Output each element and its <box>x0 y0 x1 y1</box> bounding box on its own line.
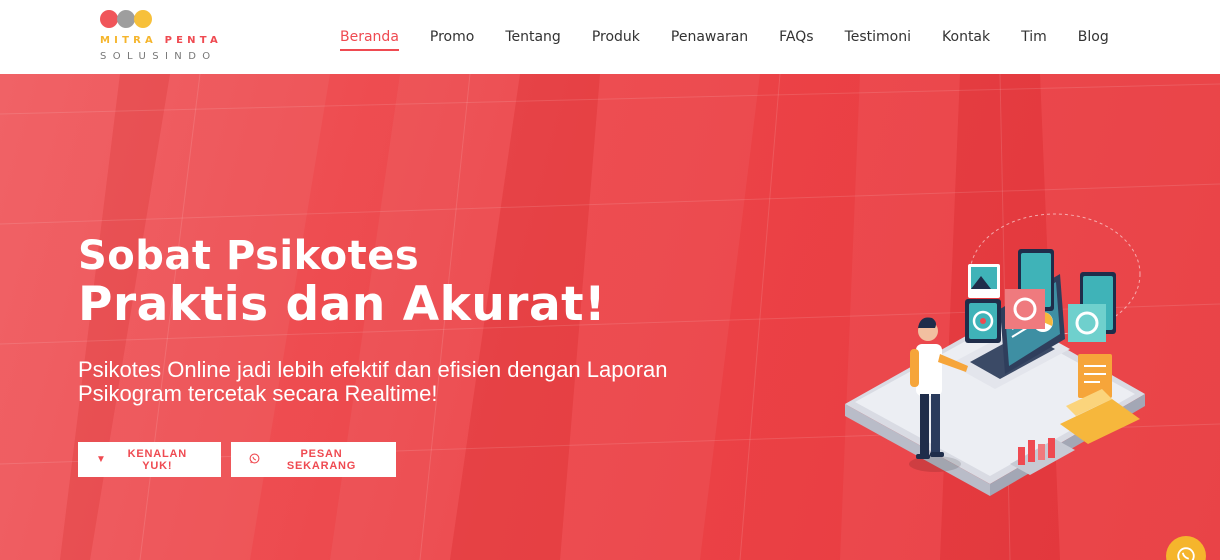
hero-illustration <box>845 213 1145 496</box>
nav-item-promo[interactable]: Promo <box>430 23 474 51</box>
hero-title-line2: Praktis dan Akurat! <box>78 276 607 332</box>
logo-dot-gray <box>117 10 135 28</box>
whatsapp-icon <box>1177 547 1195 560</box>
pesan-sekarang-label: PESAN SEKARANG <box>286 447 357 472</box>
hero-title: Sobat Psikotes Praktis dan Akurat! <box>78 234 606 331</box>
nav-item-tim[interactable]: Tim <box>1021 23 1047 51</box>
nav-item-faqs[interactable]: FAQs <box>779 23 813 51</box>
nav-item-tentang[interactable]: Tentang <box>505 23 561 51</box>
hero-section: Sobat Psikotes Praktis dan Akurat! Psiko… <box>0 74 1220 560</box>
kenalan-button[interactable]: ▼ KENALAN YUK! <box>78 442 221 477</box>
nav-item-beranda[interactable]: Beranda <box>340 23 399 51</box>
nav-item-produk[interactable]: Produk <box>592 23 640 51</box>
whatsapp-icon <box>249 453 260 467</box>
caret-down-icon: ▼ <box>96 454 107 465</box>
kenalan-button-label: KENALAN YUK! <box>127 447 188 472</box>
nav-item-testimoni[interactable]: Testimoni <box>845 23 911 51</box>
hero-buttons: ▼ KENALAN YUK! PESAN SEKARANG <box>78 442 396 477</box>
logo-word-solusindo: SOLUSINDO <box>100 51 217 62</box>
logo-word-penta: PENTA <box>164 35 222 46</box>
hero-title-line1: Sobat Psikotes <box>78 233 420 279</box>
nav-item-blog[interactable]: Blog <box>1078 23 1109 51</box>
logo-dot-yellow <box>134 10 152 28</box>
pesan-sekarang-button[interactable]: PESAN SEKARANG <box>231 442 396 477</box>
hero-subtitle: Psikotes Online jadi lebih efektif dan e… <box>78 357 668 407</box>
site-header: MITRA PENTA SOLUSINDO Beranda Promo Tent… <box>0 0 1220 74</box>
logo-text-top: MITRA PENTA <box>100 35 222 46</box>
logo-word-mitra: MITRA <box>100 35 157 46</box>
logo-dot-red <box>100 10 118 28</box>
logo[interactable]: MITRA PENTA SOLUSINDO <box>100 10 240 66</box>
nav-item-penawaran[interactable]: Penawaran <box>671 23 748 51</box>
main-nav: Beranda Promo Tentang Produk Penawaran F… <box>340 0 1109 74</box>
nav-item-kontak[interactable]: Kontak <box>942 23 990 51</box>
